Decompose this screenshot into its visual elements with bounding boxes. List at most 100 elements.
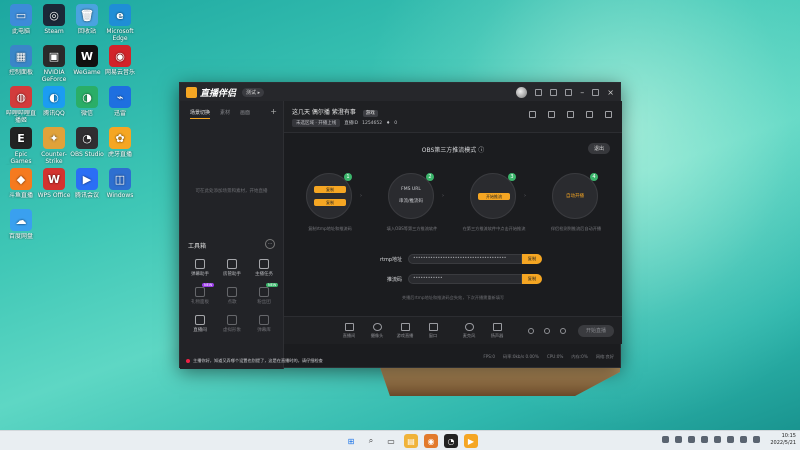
tool-item[interactable]: 房管助手 <box>216 259 248 277</box>
clock-time: 10:15 <box>781 433 796 439</box>
maximize-icon[interactable] <box>592 88 600 96</box>
toolbox-more-icon[interactable]: ··· <box>265 239 275 249</box>
desktop-icon[interactable]: e Microsoft Edge <box>103 4 137 42</box>
gear-icon[interactable] <box>560 328 566 334</box>
copy-rtmp-button[interactable]: 复制 <box>522 254 542 264</box>
toolbar-speaker[interactable]: 扬声器 <box>484 323 510 339</box>
tray-app-icon[interactable] <box>688 436 695 443</box>
clock[interactable]: 10:15 2022/5/21 <box>770 433 796 447</box>
desktop-icon[interactable]: ⌁ 迅雷 <box>103 86 137 117</box>
step-copy-button[interactable]: 复制 <box>314 186 346 193</box>
lock-icon[interactable] <box>567 111 574 118</box>
desktop-icon[interactable]: ◎ Steam <box>37 4 71 35</box>
desktop-icon[interactable]: ☁ 百度网盘 <box>4 209 38 240</box>
minimize-icon[interactable]: – <box>580 88 584 96</box>
tool-item[interactable]: 点歌 <box>216 287 248 305</box>
toolbar-mic[interactable]: 麦克风 <box>456 323 482 339</box>
search-icon[interactable]: ⌕ <box>364 434 378 448</box>
desktop-icon[interactable]: ◑ 微信 <box>70 86 104 117</box>
desktop-icon[interactable]: ✦ Counter-Strike <box>37 127 71 165</box>
wifi-icon[interactable] <box>727 436 734 443</box>
toolbar-live-room[interactable]: 直播间 <box>336 323 362 339</box>
refresh-icon[interactable] <box>528 328 534 334</box>
desktop-icon[interactable]: 🗑 回收站 <box>70 4 104 35</box>
toolbar-label: 窗口 <box>428 333 438 338</box>
desktop-icon[interactable]: ◉ 网易云音乐 <box>103 45 137 76</box>
rtmp-input[interactable]: •••••••••••••••••••••••••••••••••••••• <box>408 254 522 264</box>
start-button[interactable]: ⊞ <box>344 434 358 448</box>
toolbar-window[interactable]: 窗口 <box>420 323 446 339</box>
tool-item[interactable]: 弹幕库 <box>248 315 280 333</box>
add-scene-icon[interactable]: + <box>270 107 277 116</box>
volume-icon[interactable] <box>740 436 747 443</box>
desktop-icon[interactable]: ◆ 斗鱼直播 <box>4 168 38 199</box>
share-icon[interactable] <box>605 111 612 118</box>
exit-button[interactable]: 退出 <box>587 143 610 154</box>
app-taskbar-icon[interactable]: ◉ <box>424 434 438 448</box>
desktop-icon[interactable]: W WeGame <box>70 45 104 76</box>
battery-icon[interactable] <box>753 436 760 443</box>
tab-canvas[interactable]: 画面 <box>240 109 250 119</box>
eye-icon[interactable] <box>544 328 550 334</box>
message-icon[interactable] <box>535 88 543 96</box>
obs-taskbar-icon[interactable]: ◔ <box>444 434 458 448</box>
app-icon: ◑ <box>76 86 98 108</box>
copy-stream-key-button[interactable]: 复制 <box>522 274 542 284</box>
desktop-icon[interactable]: ✿ 虎牙直播 <box>103 127 137 158</box>
help-icon[interactable]: ⓘ <box>478 147 484 154</box>
camera-icon <box>372 323 382 331</box>
menu-icon[interactable] <box>565 88 573 96</box>
tray-app-icon[interactable] <box>675 436 682 443</box>
step-3: 3 开始推流 在第三方推流软件中点击开始推流 <box>463 173 525 231</box>
desktop-icon[interactable]: E Epic Games Launcher <box>4 127 38 165</box>
room-category-badge[interactable]: 游戏 <box>362 110 378 117</box>
new-badge: NEW <box>266 283 279 287</box>
tool-item[interactable]: 粉丝团 NEW <box>248 283 280 305</box>
bell-icon[interactable] <box>586 111 593 118</box>
gift-icon[interactable] <box>529 111 536 118</box>
desktop-icon[interactable]: ▭ 此电脑 <box>4 4 38 35</box>
desktop-icon-label: 控制面板 <box>8 69 33 76</box>
room-title[interactable]: 这几天 偶尔播 紫澄有事 <box>292 109 356 116</box>
tool-item[interactable]: 直播间 <box>184 315 216 333</box>
desktop-icon[interactable]: ◍ 哔哩哔哩直播姬 <box>4 86 38 124</box>
desktop-icon-label: Microsoft Edge <box>106 28 134 42</box>
speaker-icon <box>492 323 502 331</box>
taskview-icon[interactable]: ▭ <box>384 434 398 448</box>
toolbar-camera[interactable]: 摄像头 <box>364 323 390 339</box>
desktop-icon[interactable]: W WPS Office <box>37 168 71 199</box>
desktop-icon[interactable]: ▶ 腾讯会议 <box>70 168 104 199</box>
user-avatar[interactable] <box>516 86 528 98</box>
desktop-icon[interactable]: ◔ OBS Studio <box>70 127 104 158</box>
desktop-icon-label: 腾讯QQ <box>43 110 65 117</box>
tool-item[interactable]: 主播任务 <box>248 259 280 277</box>
empty-scene-text: 可在此处添加场景和素材，开始直播 <box>195 189 268 194</box>
share-screen-icon[interactable] <box>548 111 555 118</box>
tab-scenes[interactable]: 场景切换 <box>190 109 211 119</box>
settings-icon[interactable] <box>550 88 558 96</box>
tool-item[interactable]: 虚拟形象 <box>216 315 248 333</box>
file-explorer-icon[interactable]: ▤ <box>404 434 418 448</box>
room-area-pill[interactable]: 未选区域 · 开播上线 <box>292 119 341 127</box>
version-badge[interactable]: 测试 ▸ <box>242 87 265 97</box>
tab-assets[interactable]: 素材 <box>220 109 230 119</box>
toolbar-game[interactable]: 游戏直播 <box>392 323 418 339</box>
desktop-icon[interactable]: ▦ 控制面板 <box>4 45 38 76</box>
tool-item[interactable]: 礼物面板 NEW <box>184 283 216 305</box>
desktop-icon[interactable]: ◫ Windows <box>103 168 137 199</box>
go-live-button[interactable]: 开始直播 <box>578 325 614 337</box>
tray-app-icon[interactable] <box>701 436 708 443</box>
rtmp-label: rtmp地址 <box>379 256 402 263</box>
step-copy-button[interactable]: 复制 <box>314 199 346 206</box>
notice-bar[interactable]: 主播你好，知道又弄哪个设置也别提了，这是在直播时的，请仔细检查 <box>180 353 323 369</box>
tool-item[interactable]: 弹幕助手 <box>184 259 216 277</box>
livestream-taskbar-icon[interactable]: ▶ <box>464 434 478 448</box>
tray-app-icon[interactable] <box>714 436 721 443</box>
app-icon: ◎ <box>43 4 65 26</box>
chevron-up-icon[interactable] <box>662 436 669 443</box>
close-icon[interactable]: × <box>607 88 614 96</box>
stream-key-input[interactable]: •••••••••••• <box>408 274 522 284</box>
stream-key-label: 推流码 <box>386 276 402 283</box>
desktop-icon[interactable]: ◐ 腾讯QQ <box>37 86 71 117</box>
desktop-icon[interactable]: ▣ NVIDIA GeForce <box>37 45 71 83</box>
